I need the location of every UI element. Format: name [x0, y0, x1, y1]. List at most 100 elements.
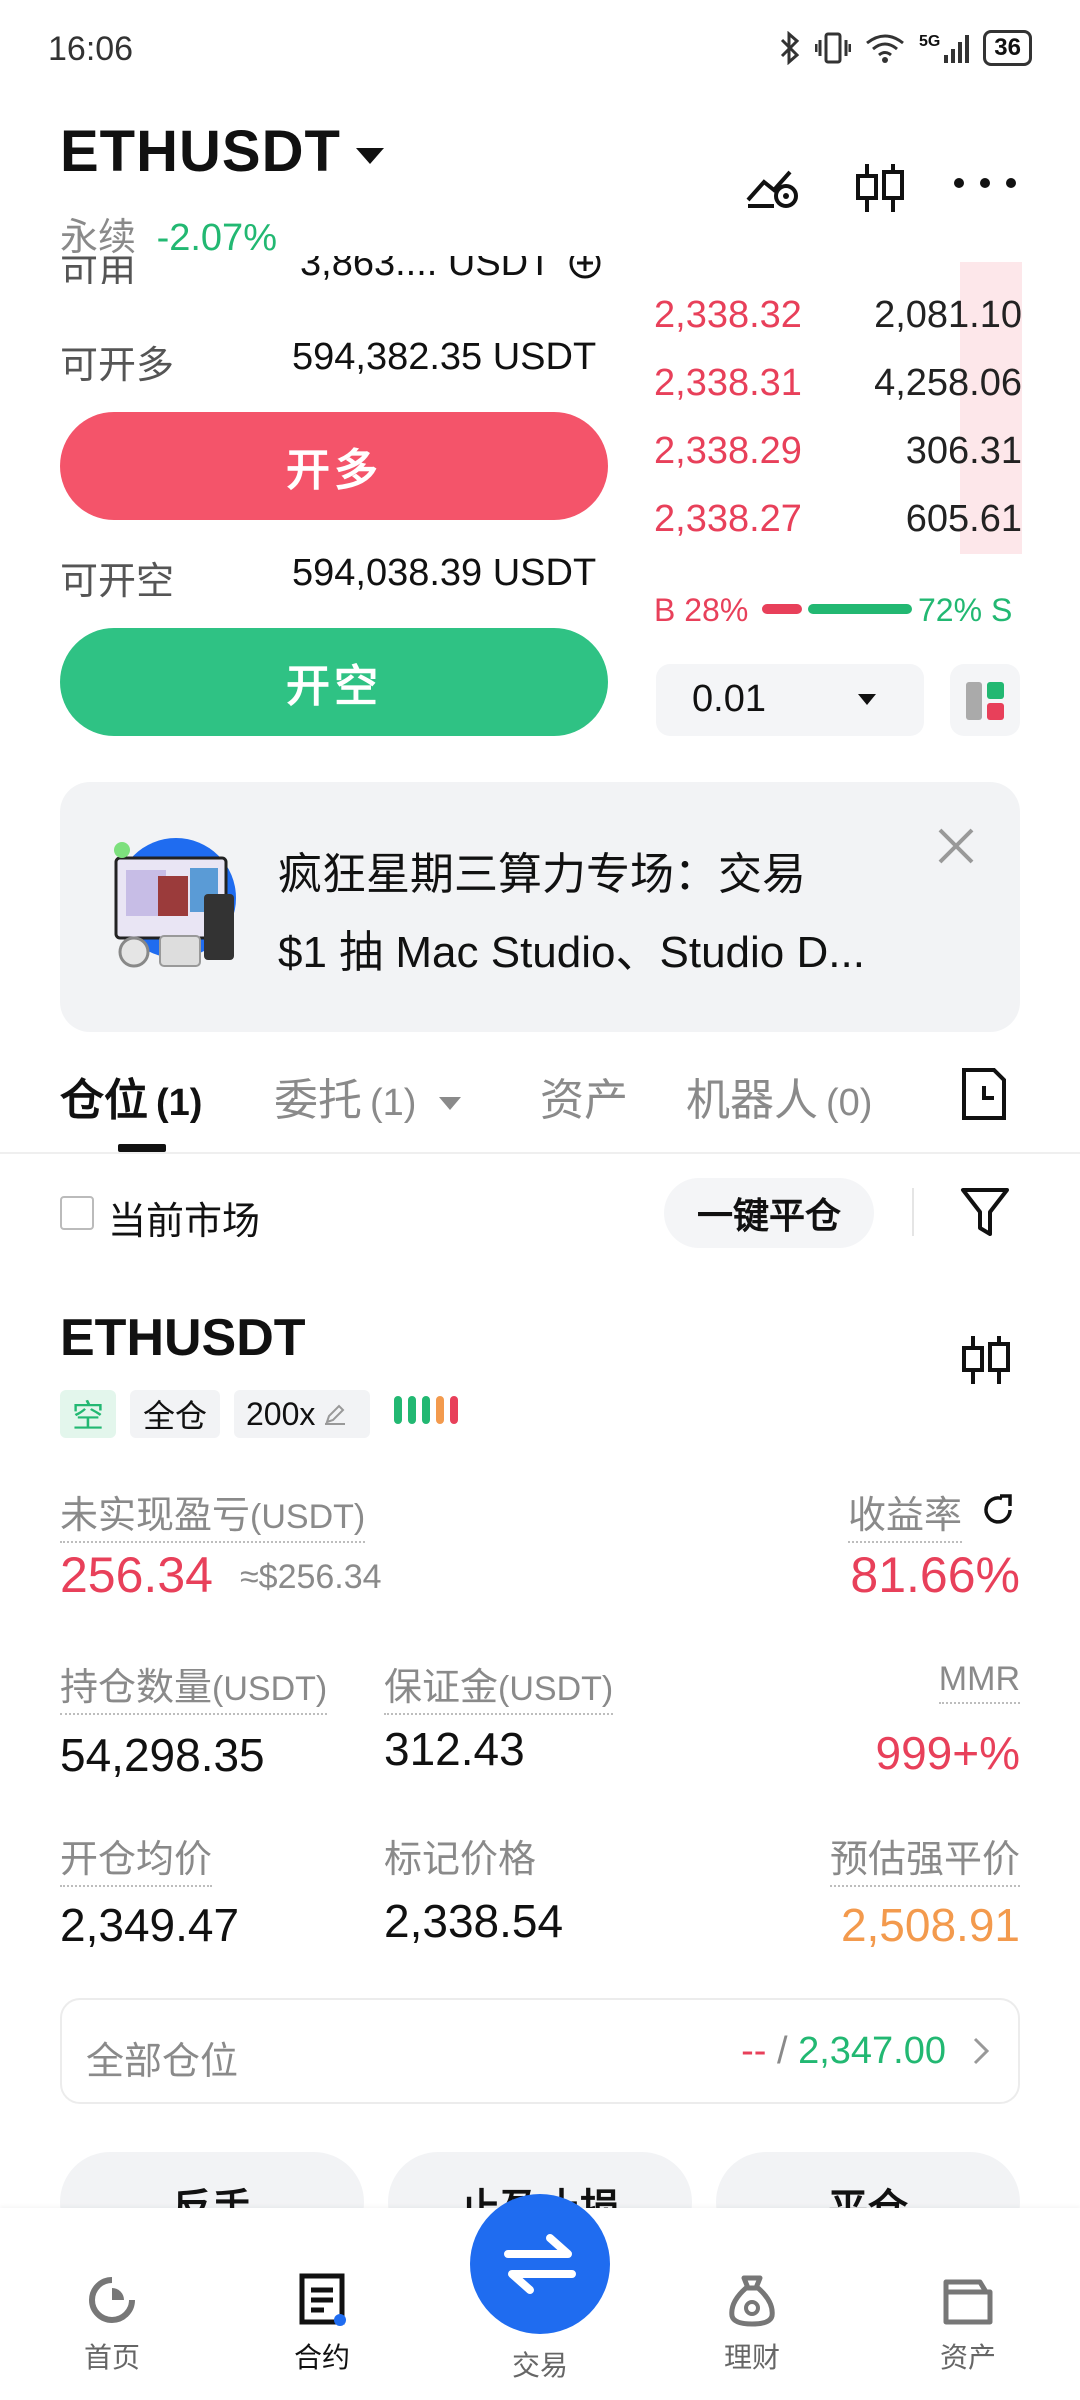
close-all-button[interactable]: 一键平仓 — [664, 1178, 874, 1248]
contract-type: 永续 — [60, 217, 137, 259]
leverage-badge[interactable]: 200x — [234, 1390, 370, 1438]
filter-icon[interactable] — [960, 1186, 1010, 1240]
margin-mode-badge[interactable]: 全仓 — [130, 1390, 220, 1438]
separator: / — [766, 2030, 799, 2072]
unit-text: (USDT) — [250, 1498, 366, 1536]
available-row: 可用 3,863.... USDT — [0, 256, 640, 284]
long-available-label: 可开多 — [60, 345, 175, 387]
short-available-label: 可开空 — [60, 561, 175, 603]
nav-trade-label[interactable]: 交易 — [470, 2344, 610, 2384]
nav-contract[interactable]: 合约 — [252, 2272, 392, 2376]
label-text: 收益率 — [847, 1495, 962, 1543]
contract-icon — [299, 2273, 346, 2326]
divider — [912, 1188, 914, 1236]
side-badge: 空 — [60, 1390, 116, 1438]
all-positions-row[interactable]: 全部仓位 -- / 2,347.00 — [60, 1998, 1020, 2104]
tab-label: 委托 — [274, 1076, 362, 1125]
nav-finance[interactable]: 理财 — [682, 2272, 822, 2376]
buy-ratio-fill — [762, 604, 802, 614]
caret-down-icon — [438, 1096, 461, 1110]
mark-price-label: 标记价格 — [384, 1828, 536, 1883]
price-alert-icon[interactable] — [744, 160, 804, 210]
book-layout-button[interactable] — [950, 664, 1020, 736]
banner-line-1: 疯狂星期三算力专场：交易 — [278, 850, 806, 899]
unit-text: (USDT) — [212, 1670, 328, 1708]
entry-price-label[interactable]: 开仓均价 — [60, 1828, 213, 1887]
candlestick-chart-icon[interactable] — [958, 1332, 1014, 1388]
caret-down-icon[interactable] — [356, 148, 384, 164]
ask-price[interactable]: 2,338.32 — [654, 294, 802, 337]
chevron-right-icon — [973, 2037, 990, 2065]
current-market-label[interactable]: 当前市场 — [108, 1190, 260, 1245]
ask-price[interactable]: 2,338.31 — [654, 362, 802, 405]
position-size-label[interactable]: 持仓数量(USDT) — [60, 1656, 328, 1715]
symbol-title[interactable]: ETHUSDT — [60, 118, 341, 185]
order-book-clip — [654, 258, 1024, 264]
adl-indicator — [394, 1396, 458, 1424]
nav-label: 合约 — [293, 2342, 350, 2373]
money-bag-icon — [729, 2275, 775, 2327]
tab-assets[interactable]: 资产 — [540, 1064, 628, 1128]
subline: 永续 -2.07% — [60, 206, 277, 261]
all-positions-summary: -- / 2,347.00 — [741, 2030, 946, 2073]
transfer-plus-icon[interactable] — [568, 256, 602, 280]
tab-count: (1) — [156, 1082, 203, 1124]
mark-price-value: 2,338.54 — [384, 1895, 564, 1947]
roi-label[interactable]: 收益率 — [847, 1484, 962, 1543]
battery-indicator: 36 — [983, 30, 1032, 66]
wifi-icon — [865, 31, 905, 65]
label-text: MMR — [938, 1660, 1020, 1704]
all-positions-pnl: -- — [741, 2030, 767, 2072]
current-market-checkbox[interactable] — [60, 1196, 94, 1230]
network-label: 5G — [918, 33, 941, 50]
open-short-button[interactable]: 开空 — [60, 628, 608, 736]
tab-indicator — [118, 1144, 166, 1152]
tab-count: (0) — [826, 1082, 873, 1124]
more-icon[interactable] — [952, 176, 1018, 190]
close-icon[interactable] — [936, 826, 976, 866]
share-icon[interactable] — [980, 1492, 1016, 1528]
liq-price-label[interactable]: 预估强平价 — [829, 1828, 1020, 1887]
ask-price[interactable]: 2,338.29 — [654, 430, 802, 473]
nav-home[interactable]: 首页 — [42, 2272, 182, 2376]
open-long-button[interactable]: 开多 — [60, 412, 608, 520]
tab-orders[interactable]: 委托 (1) — [274, 1064, 461, 1128]
status-icons: 5G 36 — [779, 30, 1032, 66]
ask-qty: 605.61 — [905, 498, 1022, 540]
label-text: 开仓均价 — [60, 1839, 213, 1887]
nav-assets[interactable]: 资产 — [898, 2272, 1038, 2376]
short-available-value: 594,038.39 USDT — [292, 552, 597, 594]
wallet-icon — [943, 2279, 993, 2325]
leverage-value: 200x — [246, 1395, 316, 1432]
history-icon[interactable] — [960, 1066, 1008, 1122]
unrealized-pnl-label[interactable]: 未实现盈亏(USDT) — [60, 1484, 366, 1543]
nav-label: 首页 — [83, 2342, 140, 2373]
unrealized-pnl-approx: ≈$256.34 — [240, 1558, 382, 1596]
precision-value: 0.01 — [692, 678, 766, 720]
tab-positions[interactable]: 仓位 (1) — [60, 1064, 202, 1128]
label-text: 标记价格 — [384, 1839, 537, 1881]
roi-value: 81.66% — [850, 1547, 1020, 1603]
precision-select[interactable]: 0.01 — [656, 664, 924, 736]
unit-text: (USDT) — [498, 1670, 614, 1708]
buy-sell-ratio-bar — [762, 604, 912, 614]
candlestick-chart-icon[interactable] — [852, 160, 908, 216]
trade-button[interactable] — [470, 2194, 610, 2334]
tab-bots[interactable]: 机器人 (0) — [686, 1064, 872, 1128]
status-time: 16:06 — [48, 30, 134, 68]
label-text: 未实现盈亏 — [60, 1495, 251, 1537]
signal-icon: 5G — [918, 33, 970, 63]
ask-qty: 306.31 — [905, 430, 1022, 472]
available-value: 3,863.... USDT — [300, 256, 552, 284]
all-positions-label: 全部仓位 — [86, 2041, 239, 2083]
entry-price-value: 2,349.47 — [60, 1899, 240, 1951]
margin-label[interactable]: 保证金(USDT) — [384, 1656, 614, 1715]
caret-down-icon — [858, 694, 876, 705]
layout-icon — [966, 682, 1004, 720]
swap-icon — [504, 2234, 576, 2294]
ask-price[interactable]: 2,338.27 — [654, 498, 802, 541]
mmr-label[interactable]: MMR — [938, 1660, 1020, 1704]
position-symbol[interactable]: ETHUSDT — [60, 1308, 306, 1368]
ask-qty: 2,081.10 — [874, 294, 1022, 336]
nav-label: 资产 — [939, 2342, 996, 2373]
